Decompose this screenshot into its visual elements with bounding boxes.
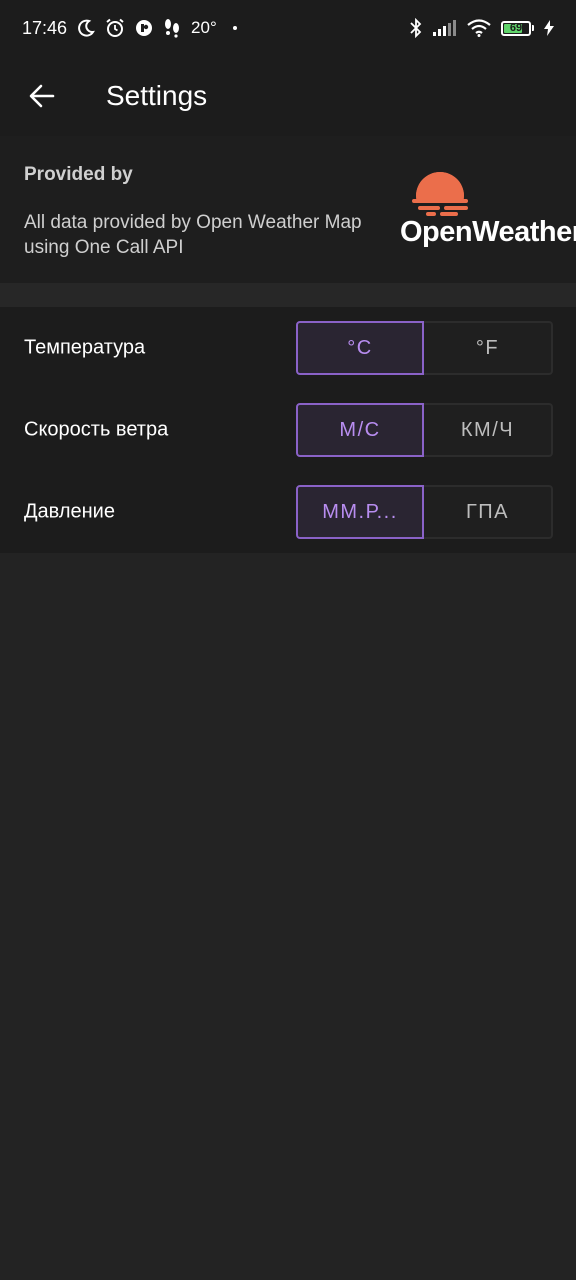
provider-card: Provided by All data provided by Open We…: [0, 136, 576, 283]
setting-row-pressure: Давление ММ.Р... ГПА: [0, 471, 576, 553]
openweather-logo-text: OpenWeather: [400, 216, 576, 248]
wind-speed-unit-toggle: М/С КМ/Ч: [296, 403, 553, 457]
openweather-logo[interactable]: OpenWeather: [400, 172, 576, 252]
option-celsius[interactable]: °C: [296, 321, 424, 375]
battery-cap: [532, 25, 534, 31]
units-settings: Температура °C °F Скорость ветра М/С КМ/…: [0, 307, 576, 553]
provider-description: All data provided by Open Weather Map us…: [24, 212, 362, 258]
status-time: 17:46: [22, 17, 68, 38]
status-bar-left: 17:46 20°: [22, 18, 237, 39]
setting-row-wind-speed: Скорость ветра М/С КМ/Ч: [0, 389, 576, 471]
provider-heading: Provided by: [24, 164, 133, 185]
alarm-icon: [105, 18, 125, 38]
option-fahrenheit[interactable]: °F: [424, 321, 553, 375]
section-divider: [0, 283, 576, 307]
setting-label-pressure: Давление: [24, 500, 115, 523]
setting-row-temperature: Температура °C °F: [0, 307, 576, 389]
status-bar-right: 69: [409, 18, 554, 38]
back-button[interactable]: [22, 76, 62, 116]
option-mm-mercury[interactable]: ММ.Р...: [296, 485, 424, 539]
sun-icon: [410, 172, 470, 221]
footsteps-icon: [163, 18, 181, 38]
app-notification-icon: [135, 19, 153, 37]
battery-level: 69: [509, 21, 523, 34]
option-kilometers-per-hour[interactable]: КМ/Ч: [424, 403, 553, 457]
battery-icon: 69: [501, 20, 534, 36]
app-bar: Settings: [0, 56, 576, 136]
signal-icon: [433, 20, 457, 36]
bluetooth-icon: [409, 18, 423, 38]
setting-label-wind-speed: Скорость ветра: [24, 418, 169, 441]
page-title: Settings: [106, 80, 208, 111]
status-bar: 17:46 20° 69: [0, 0, 576, 56]
status-temperature: 20°: [191, 18, 217, 37]
battery-body: 69: [501, 20, 531, 36]
pressure-unit-toggle: ММ.Р... ГПА: [296, 485, 553, 539]
setting-label-temperature: Температура: [24, 336, 146, 359]
wifi-icon: [467, 19, 491, 37]
charging-icon: [544, 20, 554, 36]
arrow-left-icon: [28, 82, 56, 110]
temperature-unit-toggle: °C °F: [296, 321, 553, 375]
option-meters-per-second[interactable]: М/С: [296, 403, 424, 457]
moon-icon: [77, 19, 95, 37]
notification-dot: [232, 26, 237, 30]
option-hectopascal[interactable]: ГПА: [424, 485, 553, 539]
settings-screen: 17:46 20° 69 Settings Provided by All da…: [0, 0, 576, 1280]
